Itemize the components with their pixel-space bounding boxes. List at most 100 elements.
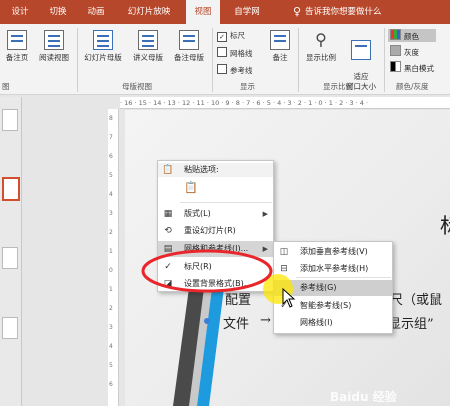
black-white-label: 黑白模式 bbox=[404, 64, 434, 73]
chevron-right-icon: ▶ bbox=[262, 210, 268, 218]
black-white-button[interactable]: 黑白模式 bbox=[388, 61, 450, 74]
handout-master-icon bbox=[138, 30, 158, 50]
vertical-ruler-tick: 5 bbox=[109, 172, 113, 179]
tab-view[interactable]: 视图 bbox=[186, 0, 220, 24]
gridlines-label: 网格线(I) bbox=[300, 318, 333, 327]
slide-text-line2-left: 文件 bbox=[223, 317, 250, 332]
check-icon: ✓ bbox=[217, 32, 227, 42]
reset-slide-label: 重设幻灯片(R) bbox=[184, 226, 236, 235]
slide-master-label: 幻灯片母版 bbox=[84, 53, 122, 62]
grayscale-button[interactable]: 灰度 bbox=[388, 45, 436, 58]
ruler-checkbox[interactable]: ✓ 标尺 bbox=[217, 30, 245, 42]
ribbon-separator bbox=[77, 28, 78, 92]
ruler-checkbox-label: 标尺 bbox=[230, 31, 245, 40]
slide-thumbnail[interactable] bbox=[2, 109, 18, 131]
notes-page-button[interactable]: 备注页 bbox=[0, 30, 34, 63]
guides-box bbox=[217, 64, 227, 74]
menu-item-reset-slide[interactable]: ⟲ 重设幻灯片(R) bbox=[158, 223, 273, 239]
submenu-item-gridlines[interactable]: 网格线(I) bbox=[274, 315, 392, 331]
ribbon-separator bbox=[212, 28, 213, 92]
guides-label: 参考线(G) bbox=[300, 283, 337, 292]
tell-me-search[interactable]: 告诉我你想要做什么 bbox=[305, 0, 382, 24]
ribbon-tab-bar: 设计 切换 动画 幻灯片放映 视图 自学网 ♀ 告诉我你想要做什么 bbox=[0, 0, 450, 24]
magnifier-icon: ⚲ bbox=[315, 30, 327, 49]
slide-thumbnail-pane[interactable] bbox=[0, 97, 22, 406]
layout-label: 版式(L) bbox=[184, 209, 211, 218]
slide-thumbnail-selected[interactable] bbox=[2, 177, 20, 201]
paste-icon: 📋 bbox=[162, 165, 174, 175]
slide-thumbnail[interactable] bbox=[2, 317, 18, 339]
grayscale-swatch-icon bbox=[390, 45, 401, 56]
ribbon-separator bbox=[384, 28, 385, 92]
notes-master-label: 备注母版 bbox=[174, 53, 204, 62]
book-icon bbox=[44, 30, 64, 50]
paste-keep-formatting-icon[interactable]: 📋 bbox=[184, 181, 198, 195]
menu-item-layout[interactable]: ▦ 版式(L) ▶ bbox=[158, 206, 273, 222]
menu-separator bbox=[180, 202, 272, 203]
ribbon-separator bbox=[298, 28, 299, 92]
guides-checkbox[interactable]: 参考线 bbox=[217, 64, 253, 76]
color-group-label: 颜色/灰度 bbox=[396, 82, 429, 91]
gridlines-checkbox[interactable]: 网格线 bbox=[217, 47, 253, 59]
tab-design[interactable]: 设计 bbox=[6, 0, 34, 24]
handout-master-button[interactable]: 讲义母版 bbox=[128, 30, 168, 63]
reading-view-button[interactable]: 阅读视图 bbox=[34, 30, 74, 63]
submenu-item-add-vertical-guide[interactable]: ◫ 添加垂直参考线(V) bbox=[274, 244, 392, 260]
smart-guides-label: 智能参考线(S) bbox=[300, 301, 352, 310]
notes-master-icon bbox=[179, 30, 199, 50]
notes-button[interactable]: 备注 bbox=[265, 30, 295, 63]
vertical-ruler-tick: 8 bbox=[109, 115, 113, 122]
add-horizontal-guide-label: 添加水平参考线(H) bbox=[300, 264, 369, 273]
bullet-icon bbox=[204, 318, 210, 324]
menu-separator bbox=[296, 277, 391, 278]
slide-text-line2-arrow: → bbox=[260, 313, 271, 328]
notes-master-button[interactable]: 备注母版 bbox=[169, 30, 209, 63]
slide-thumbnail[interactable] bbox=[2, 247, 18, 269]
vertical-ruler: 8 7 6 5 4 3 2 1 0 1 2 3 4 5 6 bbox=[108, 109, 119, 406]
notes-page-icon bbox=[7, 30, 27, 50]
reset-icon: ⟲ bbox=[164, 226, 172, 236]
vertical-ruler-tick: 4 bbox=[109, 343, 113, 350]
notes-page-label: 备注页 bbox=[5, 53, 29, 62]
vertical-ruler-tick: 6 bbox=[109, 381, 113, 388]
vertical-ruler-tick: 5 bbox=[109, 362, 113, 369]
slide-text-line1-right: 尺（或鼠 bbox=[390, 293, 443, 308]
notes-label: 备注 bbox=[272, 53, 288, 62]
vertical-ruler-tick: 2 bbox=[109, 305, 113, 312]
master-views-group-label: 母版视图 bbox=[122, 82, 152, 91]
annotation-ellipse bbox=[141, 249, 273, 293]
paste-options-header: 📋 粘贴选项: bbox=[158, 163, 273, 177]
fit-window-icon bbox=[351, 40, 371, 60]
color-button[interactable]: 颜色 bbox=[388, 29, 436, 42]
reading-view-label: 阅读视图 bbox=[39, 53, 69, 62]
tab-animations[interactable]: 动画 bbox=[82, 0, 110, 24]
vertical-ruler-tick: 4 bbox=[109, 191, 113, 198]
tab-transitions[interactable]: 切换 bbox=[44, 0, 72, 24]
horizontal-ruler: · 16 · 15 · 14 · 13 · 12 · 11 · 10 · 9 ·… bbox=[120, 97, 450, 109]
color-swatch-icon bbox=[390, 29, 401, 40]
add-vertical-guide-label: 添加垂直参考线(V) bbox=[300, 247, 368, 256]
slide-title: 标 bbox=[440, 210, 450, 240]
vertical-ruler-tick: 3 bbox=[109, 324, 113, 331]
submenu-item-add-horizontal-guide[interactable]: ⊟ 添加水平参考线(H) bbox=[274, 261, 392, 277]
zoom-group-label: 显示比例 bbox=[323, 82, 353, 91]
tab-zixuewang[interactable]: 自学网 bbox=[228, 0, 266, 24]
black-white-swatch-icon bbox=[390, 61, 401, 72]
layout-icon: ▦ bbox=[163, 209, 173, 219]
vertical-ruler-tick: 1 bbox=[109, 248, 113, 255]
lightbulb-icon: ♀ bbox=[292, 5, 302, 18]
zoom-label: 显示比例 bbox=[306, 53, 336, 62]
vertical-ruler-tick: 1 bbox=[109, 286, 113, 293]
guides-checkbox-label: 参考线 bbox=[230, 66, 253, 75]
tab-slideshow[interactable]: 幻灯片放映 bbox=[120, 0, 178, 24]
gridlines-checkbox-label: 网格线 bbox=[230, 49, 253, 58]
vertical-ruler-tick: 7 bbox=[109, 134, 113, 141]
handout-master-label: 讲义母版 bbox=[133, 53, 163, 62]
slide-master-icon bbox=[93, 30, 113, 50]
slide-master-button[interactable]: 幻灯片母版 bbox=[79, 30, 127, 63]
zoom-button[interactable]: ⚲ 显示比例 bbox=[300, 30, 342, 63]
slide-text-line2-right: 显示组” bbox=[388, 317, 434, 332]
show-group-label: 显示 bbox=[240, 82, 255, 91]
vertical-guide-icon: ◫ bbox=[279, 247, 289, 257]
color-label: 颜色 bbox=[404, 32, 419, 41]
